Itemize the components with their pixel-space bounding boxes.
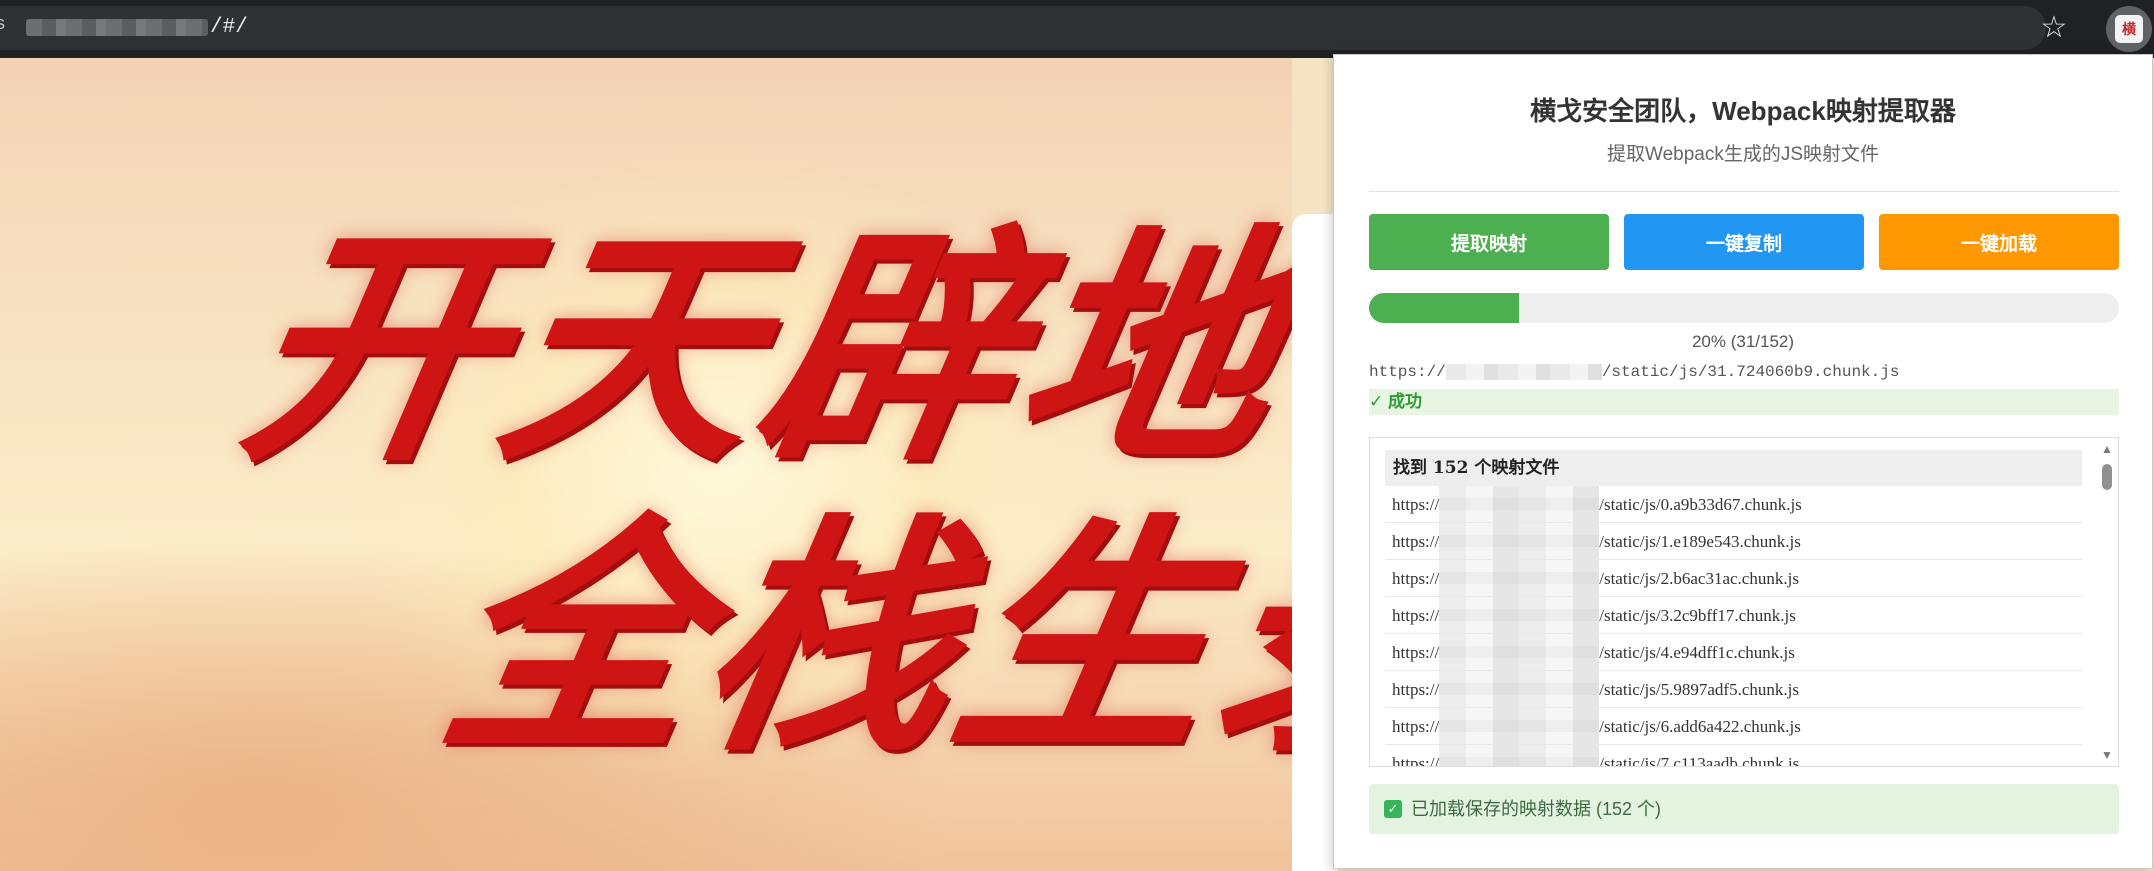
list-header: 找到 152 个映射文件 [1385, 450, 2082, 486]
load-all-button[interactable]: 一键加载 [1879, 214, 2119, 270]
list-item[interactable]: https:// /static/js/3.2c9bff17.chunk.js [1385, 597, 2082, 634]
list-item-url-path: /static/js/5.9897adf5.chunk.js [1599, 680, 1799, 699]
list-item-url-prefix: https:// [1392, 643, 1440, 662]
browser-toolbar: s /#/ ☆ 横 [0, 0, 2154, 58]
list-item[interactable]: https:// /static/js/0.a9b33d67.chunk.js [1385, 486, 2082, 523]
url-host-redacted [26, 19, 208, 36]
current-url-prefix: https:// [1369, 363, 1446, 381]
list-item-host-redacted [1439, 708, 1600, 744]
list-item[interactable]: https:// /static/js/1.e189e543.chunk.js [1385, 523, 2082, 560]
list-item-host-redacted [1439, 486, 1600, 522]
scroll-up-arrow-icon[interactable]: ▲ [2100, 442, 2114, 456]
list-item[interactable]: https:// /static/js/7.c113aadb.chunk.js [1385, 745, 2082, 767]
list-item[interactable]: https:// /static/js/6.add6a422.chunk.js [1385, 708, 2082, 745]
scroll-thumb[interactable] [2102, 464, 2112, 490]
scroll-down-arrow-icon[interactable]: ▼ [2100, 748, 2114, 762]
checkbox-checked-icon[interactable]: ✓ [1384, 800, 1402, 818]
progress-bar-fill [1369, 293, 1519, 323]
list-item-url-prefix: https:// [1392, 532, 1440, 551]
bookmark-star-icon[interactable]: ☆ [2036, 10, 2072, 46]
list-item-url-path: /static/js/3.2c9bff17.chunk.js [1599, 606, 1796, 625]
webpage-banner: 开天辟地 全栈生录 [0, 58, 1292, 871]
site-info-icon[interactable]: s [0, 13, 12, 33]
map-file-list[interactable]: 找到 152 个映射文件 https:// /static/js/0.a9b33d… [1369, 437, 2119, 767]
list-item-url-prefix: https:// [1392, 569, 1440, 588]
current-file-url: https:// /static/js/31.724060b9.chunk.js [1369, 361, 1899, 383]
banner-calligraphy-line1: 开天辟地 [224, 201, 1292, 495]
status-success: ✓ 成功 [1369, 389, 2119, 415]
list-item-url-prefix: https:// [1392, 717, 1440, 736]
list-item-url-prefix: https:// [1392, 606, 1440, 625]
extension-popup: 横戈安全团队，Webpack映射提取器 提取Webpack生成的JS映射文件 提… [1333, 54, 2153, 869]
saved-data-text: 已加载保存的映射数据 (152 个) [1411, 799, 1662, 819]
list-item-host-redacted [1439, 560, 1600, 596]
extension-logo-icon: 横 [2115, 15, 2143, 43]
extension-button[interactable]: 横 [2106, 6, 2152, 52]
list-item-url-prefix: https:// [1392, 495, 1440, 514]
list-item-host-redacted [1439, 671, 1600, 707]
list-item-url-prefix: https:// [1392, 754, 1440, 767]
copy-all-button[interactable]: 一键复制 [1624, 214, 1864, 270]
popup-subtitle: 提取Webpack生成的JS映射文件 [1606, 144, 1880, 165]
popup-title: 横戈安全团队，Webpack映射提取器 [1530, 96, 1956, 126]
list-scrollbar[interactable]: ▲ ▼ [2100, 442, 2114, 762]
list-item-url-path: /static/js/2.b6ac31ac.chunk.js [1599, 569, 1799, 588]
header-divider [1369, 191, 2119, 192]
list-item-url-path: /static/js/7.c113aadb.chunk.js [1599, 754, 1800, 767]
list-item-url-path: /static/js/1.e189e543.chunk.js [1599, 532, 1801, 551]
webpage-side-card [1292, 214, 1338, 871]
list-item-host-redacted [1439, 597, 1600, 633]
current-url-path: /static/js/31.724060b9.chunk.js [1601, 363, 1900, 381]
banner-calligraphy-line2: 全栈生录 [424, 491, 1292, 785]
list-item[interactable]: https:// /static/js/2.b6ac31ac.chunk.js [1385, 560, 2082, 597]
url-text[interactable]: /#/ [210, 12, 248, 44]
list-item-host-redacted [1439, 634, 1600, 670]
progress-text: 20% (31/152) [1691, 332, 1795, 351]
list-item-url-path: /static/js/4.e94dff1c.chunk.js [1599, 643, 1795, 662]
extract-map-button[interactable]: 提取映射 [1369, 214, 1609, 270]
list-item-url-path: /static/js/6.add6a422.chunk.js [1599, 717, 1801, 736]
progress-bar [1369, 293, 2119, 323]
list-item-host-redacted [1439, 745, 1600, 766]
list-items-container: https:///static/js/0.a9b33d67.chunk.js ht… [1385, 486, 2082, 767]
saved-data-notice: ✓ 已加载保存的映射数据 (152 个) [1369, 784, 2119, 834]
list-item[interactable]: https:// /static/js/4.e94dff1c.chunk.js [1385, 634, 2082, 671]
list-item-host-redacted [1439, 523, 1600, 559]
list-item-url-path: /static/js/0.a9b33d67.chunk.js [1599, 495, 1802, 514]
current-url-host-redacted [1445, 363, 1602, 380]
list-item-url-prefix: https:// [1392, 680, 1440, 699]
address-bar[interactable] [0, 6, 2046, 50]
list-item[interactable]: https:// /static/js/5.9897adf5.chunk.js [1385, 671, 2082, 708]
